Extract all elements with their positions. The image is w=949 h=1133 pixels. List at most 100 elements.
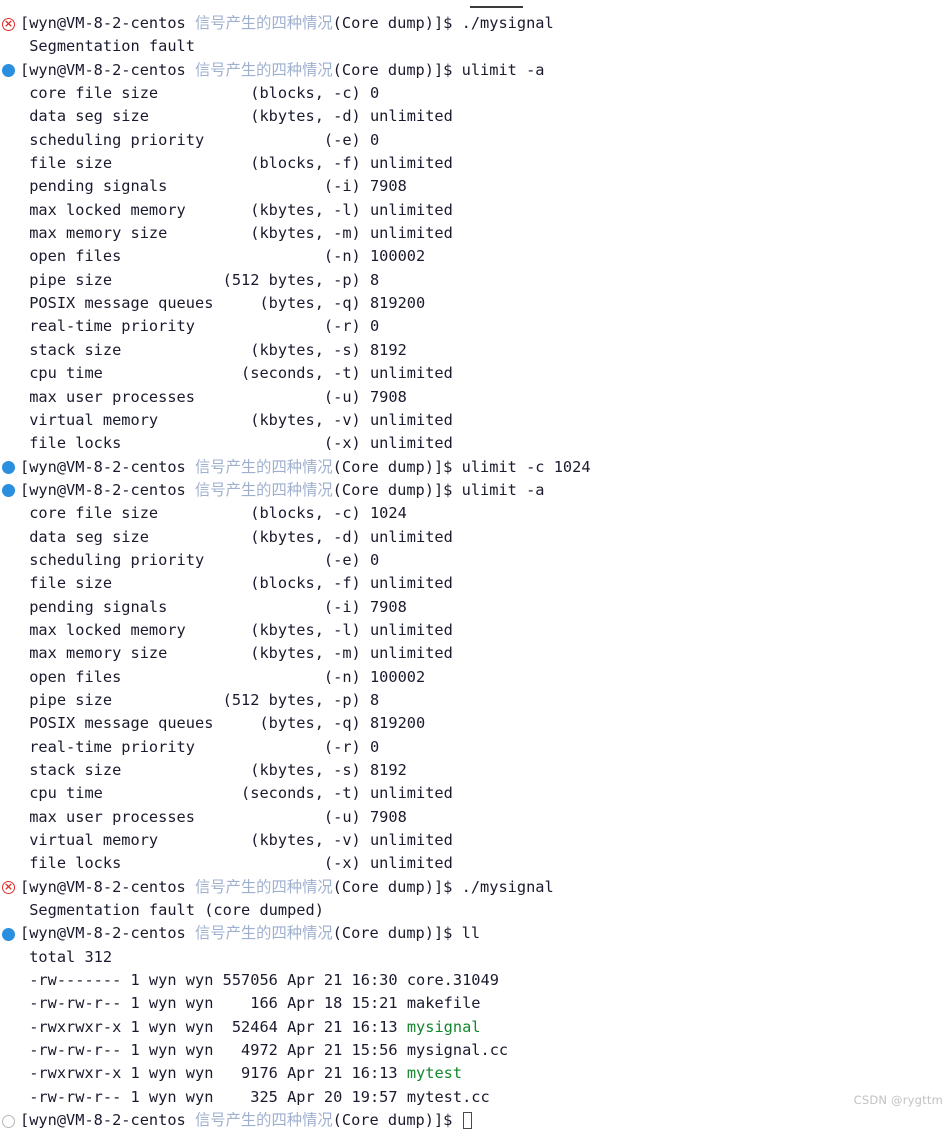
terminal-output-line: open files (-n) 100002 (0, 666, 949, 689)
prompt-tail: (Core dump)]$ (332, 480, 462, 499)
output-text: POSIX message queues (bytes, -q) 819200 (20, 294, 426, 313)
terminal-output-line: POSIX message queues (bytes, -q) 819200 (0, 712, 949, 735)
file-metadata: -rw-rw-r-- 1 wyn wyn 166 Apr 18 15:21 (20, 994, 407, 1013)
file-metadata: -rw-rw-r-- 1 wyn wyn 4972 Apr 21 15:56 (20, 1041, 407, 1060)
terminal-output-line: file locks (-x) unlimited (0, 852, 949, 875)
file-metadata: -rwxrwxr-x 1 wyn wyn 52464 Apr 21 16:13 (20, 1017, 407, 1036)
output-text: pending signals (-i) 7908 (20, 597, 407, 616)
text-cursor[interactable] (462, 1111, 472, 1129)
terminal-prompt-line[interactable]: [wyn@VM-8-2-centos 信号产生的四种情况(Core dump)]… (0, 876, 949, 899)
terminal-output-line: POSIX message queues (bytes, -q) 819200 (0, 292, 949, 315)
output-text: core file size (blocks, -c) 0 (20, 84, 380, 103)
file-name: mytest (406, 1064, 463, 1083)
terminal-output-line: virtual memory (kbytes, -v) unlimited (0, 409, 949, 432)
terminal-output-line: pipe size (512 bytes, -p) 8 (0, 269, 949, 292)
terminal-output-line: data seg size (kbytes, -d) unlimited (0, 105, 949, 128)
terminal-output-line: real-time priority (-r) 0 (0, 736, 949, 759)
terminal-output-line: pending signals (-i) 7908 (0, 175, 949, 198)
terminal-prompt-line[interactable]: [wyn@VM-8-2-centos 信号产生的四种情况(Core dump)]… (0, 922, 949, 945)
output-text: open files (-n) 100002 (20, 667, 426, 686)
output-text: file size (blocks, -f) unlimited (20, 574, 453, 593)
terminal-prompt-line[interactable]: [wyn@VM-8-2-centos 信号产生的四种情况(Core dump)]… (0, 479, 949, 502)
clipped-underline-artifact (470, 6, 523, 8)
file-listing-row: -rwxrwxr-x 1 wyn wyn 9176 Apr 21 16:13 m… (0, 1062, 949, 1085)
prompt-user-host: [wyn@VM-8-2-centos (20, 457, 186, 476)
terminal-output-line: core file size (blocks, -c) 1024 (0, 502, 949, 525)
output-text: cpu time (seconds, -t) unlimited (20, 784, 453, 803)
blue-dot-icon (2, 927, 15, 941)
file-name: mysignal.cc (406, 1041, 509, 1060)
terminal-output-line: max locked memory (kbytes, -l) unlimited (0, 619, 949, 642)
prompt-user-host: [wyn@VM-8-2-centos (20, 1111, 186, 1130)
output-text: scheduling priority (-e) 0 (20, 130, 380, 149)
terminal-output-line: virtual memory (kbytes, -v) unlimited (0, 829, 949, 852)
output-text: file size (blocks, -f) unlimited (20, 154, 453, 173)
terminal-output-line: file locks (-x) unlimited (0, 432, 949, 455)
prompt-tail: (Core dump)]$ (332, 924, 462, 943)
terminal-command: ll (461, 924, 481, 943)
prompt-path: 信号产生的四种情况 (185, 14, 333, 32)
terminal-output-line: max user processes (-u) 7908 (0, 386, 949, 409)
file-metadata: -rw------- 1 wyn wyn 557056 Apr 21 16:30 (20, 971, 407, 990)
terminal-command: ulimit -a (461, 60, 545, 79)
file-listing-row: -rwxrwxr-x 1 wyn wyn 52464 Apr 21 16:13 … (0, 1016, 949, 1039)
prompt-tail: (Core dump)]$ (332, 1111, 462, 1130)
terminal-prompt-line[interactable]: [wyn@VM-8-2-centos 信号产生的四种情况(Core dump)]… (0, 1109, 949, 1132)
output-text: Segmentation fault (20, 37, 195, 56)
terminal-output-line: file size (blocks, -f) unlimited (0, 572, 949, 595)
output-text: max locked memory (kbytes, -l) unlimited (20, 620, 453, 639)
file-listing-row: -rw-rw-r-- 1 wyn wyn 4972 Apr 21 15:56 m… (0, 1039, 949, 1062)
output-text: core file size (blocks, -c) 1024 (20, 504, 407, 523)
output-text: scheduling priority (-e) 0 (20, 550, 380, 569)
terminal-output-line: core file size (blocks, -c) 0 (0, 82, 949, 105)
prompt-tail: (Core dump)]$ (332, 14, 462, 32)
terminal-command: ./mysignal (461, 14, 554, 32)
file-listing-row: -rw------- 1 wyn wyn 557056 Apr 21 16:30… (0, 969, 949, 992)
terminal-output-line: max user processes (-u) 7908 (0, 806, 949, 829)
terminal-output[interactable]: [wyn@VM-8-2-centos 信号产生的四种情况(Core dump)]… (0, 12, 949, 1133)
prompt-user-host: [wyn@VM-8-2-centos (20, 14, 186, 32)
output-text: cpu time (seconds, -t) unlimited (20, 364, 453, 383)
prompt-tail: (Core dump)]$ (332, 877, 462, 896)
prompt-path: 信号产生的四种情况 (185, 877, 333, 896)
prompt-path: 信号产生的四种情况 (185, 480, 333, 499)
terminal-output-line: cpu time (seconds, -t) unlimited (0, 782, 949, 805)
prompt-tail: (Core dump)]$ (332, 60, 462, 79)
output-text: max user processes (-u) 7908 (20, 807, 407, 826)
terminal-output-line: max locked memory (kbytes, -l) unlimited (0, 199, 949, 222)
file-name: mytest.cc (406, 1087, 490, 1106)
terminal-output-line: stack size (kbytes, -s) 8192 (0, 759, 949, 782)
terminal-output-line: max memory size (kbytes, -m) unlimited (0, 642, 949, 665)
terminal-prompt-line[interactable]: [wyn@VM-8-2-centos 信号产生的四种情况(Core dump)]… (0, 12, 949, 35)
terminal-output-line: max memory size (kbytes, -m) unlimited (0, 222, 949, 245)
blue-dot-icon (2, 484, 15, 498)
output-text: max memory size (kbytes, -m) unlimited (20, 644, 453, 663)
prompt-path: 信号产生的四种情况 (185, 60, 333, 79)
output-text: total 312 (20, 947, 113, 966)
output-text: pipe size (512 bytes, -p) 8 (20, 690, 380, 709)
file-listing-row: -rw-rw-r-- 1 wyn wyn 325 Apr 20 19:57 my… (0, 1086, 949, 1109)
terminal-output-line: open files (-n) 100002 (0, 245, 949, 268)
terminal-output-line: pipe size (512 bytes, -p) 8 (0, 689, 949, 712)
terminal-command: ./mysignal (461, 877, 554, 896)
terminal-output-line: stack size (kbytes, -s) 8192 (0, 339, 949, 362)
terminal-output-line: cpu time (seconds, -t) unlimited (0, 362, 949, 385)
file-name: core.31049 (406, 971, 499, 990)
terminal-prompt-line[interactable]: [wyn@VM-8-2-centos 信号产生的四种情况(Core dump)]… (0, 456, 949, 479)
output-text: pending signals (-i) 7908 (20, 177, 407, 196)
blue-dot-icon (2, 461, 15, 475)
terminal-prompt-line[interactable]: [wyn@VM-8-2-centos 信号产生的四种情况(Core dump)]… (0, 59, 949, 82)
prompt-path: 信号产生的四种情况 (185, 924, 333, 943)
file-metadata: -rwxrwxr-x 1 wyn wyn 9176 Apr 21 16:13 (20, 1064, 407, 1083)
prompt-user-host: [wyn@VM-8-2-centos (20, 480, 186, 499)
error-circle-icon (2, 17, 15, 31)
output-text: max locked memory (kbytes, -l) unlimited (20, 200, 453, 219)
hollow-circle-icon (2, 1114, 15, 1128)
output-text: max user processes (-u) 7908 (20, 387, 407, 406)
prompt-path: 信号产生的四种情况 (185, 457, 333, 476)
output-text: real-time priority (-r) 0 (20, 317, 380, 336)
prompt-path: 信号产生的四种情况 (185, 1111, 333, 1130)
terminal-output-line: Segmentation fault (0, 35, 949, 58)
file-metadata: -rw-rw-r-- 1 wyn wyn 325 Apr 20 19:57 (20, 1087, 407, 1106)
prompt-user-host: [wyn@VM-8-2-centos (20, 60, 186, 79)
